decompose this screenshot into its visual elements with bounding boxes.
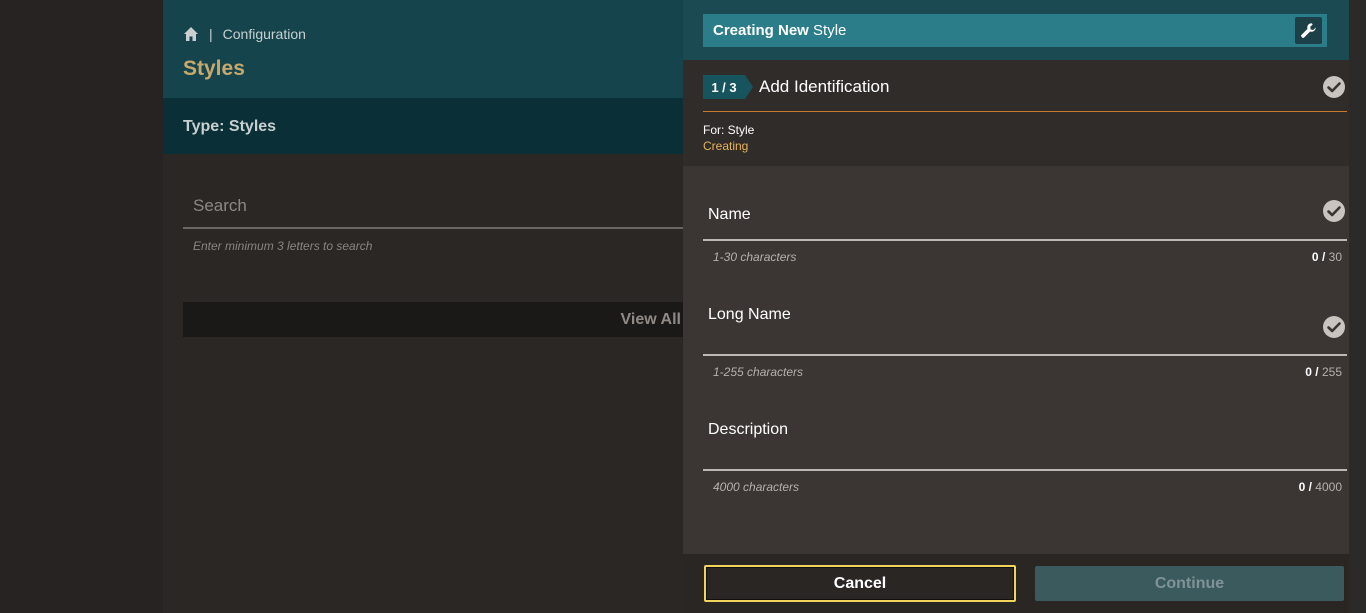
home-icon[interactable] xyxy=(183,26,199,42)
wrench-icon xyxy=(1301,23,1316,38)
type-bar: Type: Styles xyxy=(163,98,763,154)
step-badge: 1 / 3 xyxy=(703,75,753,99)
check-circle-icon xyxy=(1323,316,1345,338)
for-label: For: Style xyxy=(703,123,755,137)
search-input[interactable] xyxy=(183,186,743,226)
description-count-max: 4000 xyxy=(1315,480,1342,494)
description-char-count: 0 / 4000 xyxy=(1299,480,1342,494)
drawer-header: Creating New Style xyxy=(683,0,1349,60)
name-field-label: Name xyxy=(708,206,751,223)
name-count-max: 30 xyxy=(1328,250,1342,264)
long-name-count-max: 255 xyxy=(1321,365,1342,379)
name-field[interactable]: Name 1-30 characters 0 / 30 xyxy=(703,186,1347,276)
description-field-label: Description xyxy=(708,421,789,438)
breadcrumb: | Configuration xyxy=(183,26,306,42)
step-divider xyxy=(703,111,1347,112)
check-circle-icon xyxy=(1323,76,1345,98)
step-title: Add Identification xyxy=(759,77,890,96)
drawer-scrollbar[interactable] xyxy=(1349,0,1366,613)
step-section: 1 / 3 Add Identification For: Style Crea… xyxy=(683,60,1349,166)
long-name-field[interactable]: Long Name 1-255 characters 0 / 255 xyxy=(703,296,1347,391)
breadcrumb-separator: | xyxy=(209,26,213,42)
description-field-underline xyxy=(703,469,1347,471)
long-name-count-separator: / xyxy=(1315,365,1319,379)
long-name-field-underline xyxy=(703,354,1347,356)
page-header xyxy=(163,0,763,98)
description-count-value: 0 xyxy=(1298,480,1306,494)
name-char-count: 0 / 30 xyxy=(1312,250,1342,264)
name-count-value: 0 xyxy=(1311,250,1319,264)
description-field[interactable]: Description 4000 characters 0 / 4000 xyxy=(703,411,1347,506)
search-hint: Enter minimum 3 letters to search xyxy=(193,239,373,253)
drawer-title-bold: Creating New xyxy=(713,22,809,39)
name-count-separator: / xyxy=(1321,250,1326,264)
type-label: Type: Styles xyxy=(183,118,277,135)
description-count-separator: / xyxy=(1308,480,1312,494)
create-style-drawer: Creating New Style 1 / 3 Add Identificat… xyxy=(683,0,1366,613)
drawer-title-rest: Style xyxy=(813,22,847,39)
cancel-button[interactable]: Cancel xyxy=(704,565,1016,602)
check-circle-icon xyxy=(1323,200,1345,222)
drawer-footer: Cancel Continue xyxy=(683,554,1349,613)
tools-button[interactable] xyxy=(1295,17,1322,44)
drawer-title-bar: Creating New Style xyxy=(703,14,1327,47)
page-title: Styles xyxy=(183,57,245,80)
drawer-title: Creating New Style xyxy=(713,22,846,39)
name-field-underline xyxy=(703,239,1347,241)
description-field-hint: 4000 characters xyxy=(713,480,800,494)
long-name-count-value: 0 xyxy=(1305,365,1312,379)
continue-button[interactable]: Continue xyxy=(1035,566,1344,601)
view-all-button[interactable]: View All xyxy=(183,302,763,337)
breadcrumb-configuration[interactable]: Configuration xyxy=(223,26,306,42)
long-name-field-label: Long Name xyxy=(708,306,791,323)
long-name-field-hint: 1-255 characters xyxy=(713,365,804,379)
long-name-char-count: 0 / 255 xyxy=(1305,365,1342,379)
search-field xyxy=(183,186,743,229)
status-label: Creating xyxy=(703,139,749,153)
name-field-hint: 1-30 characters xyxy=(713,250,797,264)
